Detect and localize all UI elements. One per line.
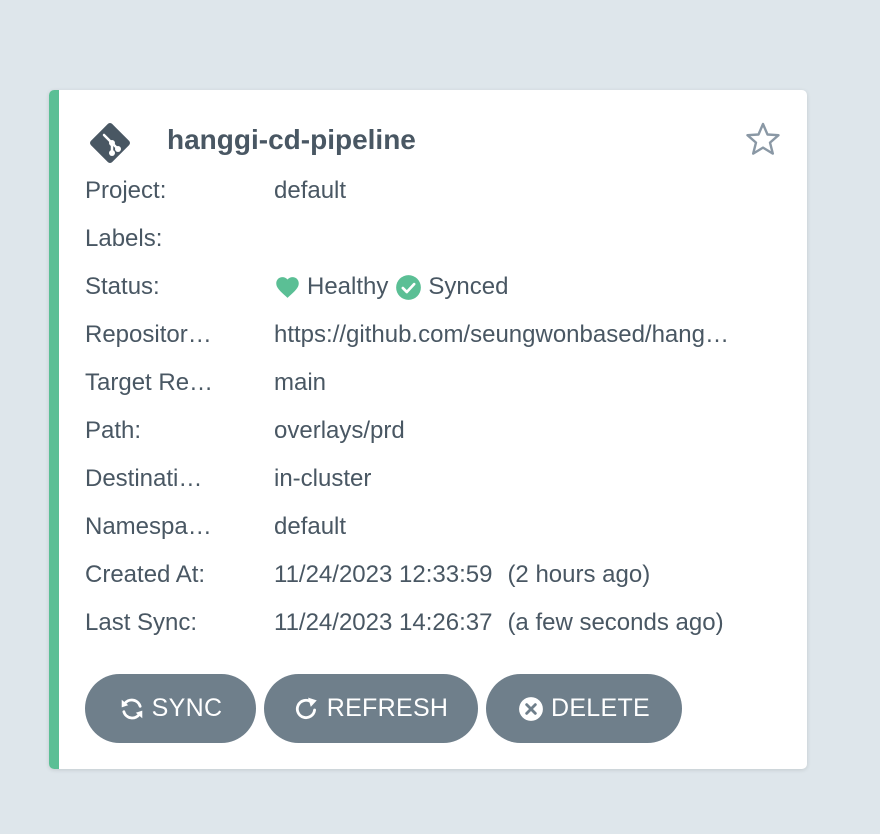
created-at-relative: (2 hours ago) bbox=[507, 561, 651, 588]
refresh-icon bbox=[295, 697, 317, 719]
sync-status: Synced bbox=[428, 273, 509, 300]
detail-row-repository: Repositor… https://github.com/seungwonba… bbox=[85, 311, 785, 359]
status-value: Healthy Synced bbox=[274, 273, 785, 301]
heart-icon bbox=[276, 276, 299, 298]
detail-row-namespace: Namespa… default bbox=[85, 503, 785, 551]
labels-label: Labels: bbox=[85, 225, 163, 252]
namespace-label: Namespa… bbox=[85, 513, 212, 540]
last-sync-timestamp: 11/24/2023 14:26:37 bbox=[274, 609, 493, 636]
sync-icon bbox=[121, 698, 142, 719]
check-circle-icon bbox=[396, 274, 422, 300]
app-details: Project: default Labels: Status: Healthy… bbox=[85, 167, 785, 647]
created-at-label: Created At: bbox=[85, 561, 206, 588]
created-at-value: 11/24/2023 12:33:59 (2 hours ago) bbox=[274, 561, 785, 589]
detail-row-status: Status: Healthy Synced bbox=[85, 263, 785, 311]
git-branch-icon bbox=[90, 123, 130, 163]
sync-button[interactable]: SYNC bbox=[85, 674, 256, 743]
created-at-timestamp: 11/24/2023 12:33:59 bbox=[274, 561, 493, 588]
health-accent-bar bbox=[49, 90, 59, 769]
detail-row-last-sync: Last Sync: 11/24/2023 14:26:37 (a few sec… bbox=[85, 599, 785, 647]
destination-value: in-cluster bbox=[274, 465, 372, 492]
repository-label: Repositor… bbox=[85, 321, 212, 348]
project-value: default bbox=[274, 177, 347, 204]
repository-value[interactable]: https://github.com/seungwonbased/hang… bbox=[274, 321, 785, 349]
health-status: Healthy bbox=[307, 273, 389, 300]
delete-button-label: DELETE bbox=[550, 694, 651, 722]
close-circle-icon bbox=[519, 696, 543, 721]
detail-row-labels: Labels: bbox=[85, 215, 785, 263]
last-sync-relative: (a few seconds ago) bbox=[507, 609, 724, 636]
detail-row-target-revision: Target Re… main bbox=[85, 359, 785, 407]
destination-label: Destinati… bbox=[85, 465, 203, 492]
refresh-button[interactable]: REFRESH bbox=[264, 674, 478, 743]
path-label: Path: bbox=[85, 417, 142, 444]
detail-row-destination: Destinati… in-cluster bbox=[85, 455, 785, 503]
last-sync-value: 11/24/2023 14:26:37 (a few seconds ago) bbox=[274, 609, 785, 637]
sync-button-label: SYNC bbox=[151, 694, 223, 722]
target-revision-label: Target Re… bbox=[85, 369, 214, 396]
application-card[interactable]: hanggi-cd-pipeline Project: default Labe… bbox=[49, 90, 807, 769]
target-revision-value: main bbox=[274, 369, 327, 396]
star-outline-icon[interactable] bbox=[743, 120, 783, 160]
last-sync-label: Last Sync: bbox=[85, 609, 198, 636]
refresh-button-label: REFRESH bbox=[326, 694, 449, 722]
status-label: Status: bbox=[85, 273, 160, 300]
delete-button[interactable]: DELETE bbox=[486, 674, 682, 743]
detail-row-created-at: Created At: 11/24/2023 12:33:59 (2 hours … bbox=[85, 551, 785, 599]
project-label: Project: bbox=[85, 177, 167, 204]
namespace-value: default bbox=[274, 513, 347, 540]
app-actions: SYNC REFRESH DELETE bbox=[85, 674, 682, 743]
detail-row-path: Path: overlays/prd bbox=[85, 407, 785, 455]
app-name[interactable]: hanggi-cd-pipeline bbox=[167, 123, 416, 157]
detail-row-project: Project: default bbox=[85, 167, 785, 215]
path-value: overlays/prd bbox=[274, 417, 405, 444]
